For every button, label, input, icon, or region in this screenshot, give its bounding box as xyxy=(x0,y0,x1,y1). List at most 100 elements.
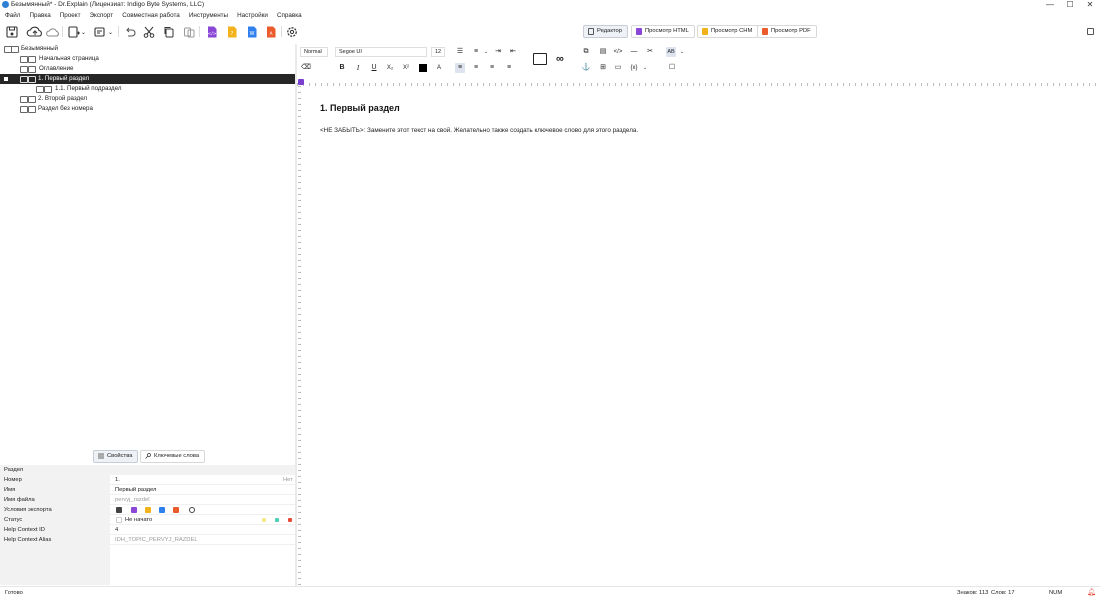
tree-item-toc[interactable]: Оглавление xyxy=(0,64,295,74)
spellcheck-icon[interactable]: AB xyxy=(666,47,676,57)
document-body-text[interactable]: <НЕ ЗАБЫТЬ>: Замените этот текст на свой… xyxy=(320,127,638,134)
indent-icon[interactable]: ⇥ xyxy=(493,47,503,57)
font-select[interactable]: Segoe UI xyxy=(335,47,427,57)
superscript-icon[interactable]: X² xyxy=(401,63,411,73)
tree-item-start-page[interactable]: Начальная страница xyxy=(0,54,295,64)
horizontal-line-icon[interactable]: — xyxy=(629,47,639,57)
menu-file[interactable]: Файл xyxy=(5,12,20,19)
save-icon[interactable] xyxy=(5,25,19,39)
tab-preview-html[interactable]: Просмотр HTML xyxy=(631,25,695,38)
tab-preview-pdf[interactable]: Просмотр PDF xyxy=(757,25,817,38)
export-pdf-icon[interactable]: A xyxy=(264,25,278,39)
prop-number-field[interactable]: 1. xyxy=(115,475,120,485)
chevron-down-icon[interactable]: ⌄ xyxy=(81,29,86,36)
prop-name-field[interactable]: Первый раздел xyxy=(115,485,156,495)
tab-keywords[interactable]: Ключевые слова xyxy=(140,450,206,463)
insert-link-icon[interactable]: ∞ xyxy=(556,53,564,65)
undo-icon[interactable] xyxy=(123,25,137,39)
menu-settings[interactable]: Настройки xyxy=(237,12,268,19)
export-word-toggle-icon[interactable] xyxy=(159,507,165,513)
comment-icon[interactable]: ☐ xyxy=(667,63,677,73)
tree-root[interactable]: Безымянный xyxy=(0,44,295,54)
menu-tools[interactable]: Инструменты xyxy=(189,12,228,19)
tab-preview-chm[interactable]: Просмотр CHM xyxy=(697,25,759,38)
props-empty-area xyxy=(0,545,110,585)
share-icon[interactable] xyxy=(189,507,195,513)
subscript-icon[interactable]: X₂ xyxy=(385,63,395,73)
clear-format-icon[interactable]: ⌫ xyxy=(301,63,311,73)
numbered-list-icon[interactable]: ≡ xyxy=(471,47,481,57)
checkmark-icon[interactable] xyxy=(116,507,122,513)
cloud-download-icon[interactable] xyxy=(46,25,60,39)
chevron-down-icon[interactable]: ⌄ xyxy=(640,63,650,73)
align-right-icon[interactable]: ≡ xyxy=(487,63,497,73)
prop-help-id-field[interactable]: 4 xyxy=(115,525,118,535)
style-select[interactable]: Normal xyxy=(300,47,328,57)
tab-editor[interactable]: Редактор xyxy=(583,25,628,38)
status-red-dot[interactable] xyxy=(288,518,292,522)
add-subtopic-icon[interactable] xyxy=(93,25,107,39)
minimize-button[interactable]: — xyxy=(1040,0,1060,10)
add-topic-icon[interactable] xyxy=(67,25,81,39)
tree-item-unnumbered[interactable]: Раздел без номера xyxy=(0,104,295,114)
panel-splitter[interactable] xyxy=(295,44,297,586)
conditional-text-icon[interactable]: {x} xyxy=(629,63,639,73)
export-chm-icon[interactable]: ? xyxy=(225,25,239,39)
copy-icon[interactable] xyxy=(162,25,176,39)
chevron-down-icon[interactable]: ⌄ xyxy=(108,29,113,36)
editor-canvas[interactable] xyxy=(305,86,1100,586)
prop-help-alias-field[interactable]: IDH_TOPIC_PERVYJ_RAZDEL xyxy=(115,535,198,545)
insert-code-icon[interactable]: </> xyxy=(613,47,623,57)
close-button[interactable]: ✕ xyxy=(1080,0,1100,10)
highlight-color-icon[interactable]: A xyxy=(434,63,444,73)
menu-project[interactable]: Проект xyxy=(60,12,81,19)
align-center-icon[interactable]: ≡ xyxy=(471,63,481,73)
insert-frame-icon[interactable]: ▭ xyxy=(613,63,623,73)
link-icon xyxy=(20,56,28,63)
outdent-icon[interactable]: ⇤ xyxy=(508,47,518,57)
menu-edit[interactable]: Правка xyxy=(29,12,50,19)
paste-icon[interactable] xyxy=(182,25,196,39)
panel-toggle-icon[interactable] xyxy=(1087,28,1094,35)
chevron-down-icon[interactable]: ⌄ xyxy=(677,47,687,57)
insert-snippet-icon[interactable]: ⧉ xyxy=(581,47,591,57)
document-heading[interactable]: 1. Первый раздел xyxy=(320,103,400,113)
bold-icon[interactable]: B xyxy=(337,63,347,73)
tree-item-section-2[interactable]: 2. Второй раздел xyxy=(0,94,295,104)
menu-collaboration[interactable]: Совместная работа xyxy=(122,12,180,19)
underline-icon[interactable]: U xyxy=(369,63,379,73)
maximize-button[interactable]: ☐ xyxy=(1060,0,1080,10)
bullet-list-icon[interactable]: ☰ xyxy=(455,47,465,57)
prop-status-field[interactable]: Не начато xyxy=(125,515,152,525)
tree-item-section-1[interactable]: 1. Первый раздел xyxy=(0,74,295,84)
anchor-icon[interactable]: ⚓ xyxy=(581,63,591,73)
chevron-down-icon[interactable]: ⌄ xyxy=(481,47,491,57)
notification-bell-icon[interactable]: 🔔︎ xyxy=(1087,587,1096,598)
special-char-icon[interactable]: ✂ xyxy=(645,47,655,57)
export-chm-toggle-icon[interactable] xyxy=(145,507,151,513)
menu-export[interactable]: Экспорт xyxy=(90,12,114,19)
text-color-icon[interactable] xyxy=(419,64,427,72)
insert-table-icon[interactable]: ⊞ xyxy=(598,63,608,73)
status-green-dot[interactable] xyxy=(275,518,279,522)
status-yellow-dot[interactable] xyxy=(262,518,266,522)
export-html-icon[interactable]: </> xyxy=(205,25,219,39)
italic-icon[interactable]: I xyxy=(353,63,363,73)
cloud-upload-icon[interactable] xyxy=(26,25,44,39)
cut-icon[interactable] xyxy=(142,25,156,39)
tree-item-subsection-1-1[interactable]: 1.1. Первый подраздел xyxy=(0,84,295,94)
ruler-marker-icon[interactable] xyxy=(298,79,304,85)
insert-image-icon[interactable] xyxy=(533,53,547,65)
menu-help[interactable]: Справка xyxy=(277,12,302,19)
insert-variable-icon[interactable]: ▤ xyxy=(598,47,608,57)
align-justify-icon[interactable]: ≡ xyxy=(504,63,514,73)
prop-row-help-alias: Help Context Alias IDH_TOPIC_PERVYJ_RAZD… xyxy=(0,535,295,545)
prop-filename-field[interactable]: pervyj_razdel xyxy=(115,495,149,505)
export-word-icon[interactable]: W xyxy=(245,25,259,39)
tab-properties[interactable]: Свойства xyxy=(93,450,139,463)
settings-gear-icon[interactable] xyxy=(285,25,299,39)
align-left-icon[interactable]: ≡ xyxy=(455,63,465,73)
export-html-toggle-icon[interactable] xyxy=(131,507,137,513)
font-size-select[interactable]: 12 xyxy=(431,47,445,57)
export-pdf-toggle-icon[interactable] xyxy=(173,507,179,513)
